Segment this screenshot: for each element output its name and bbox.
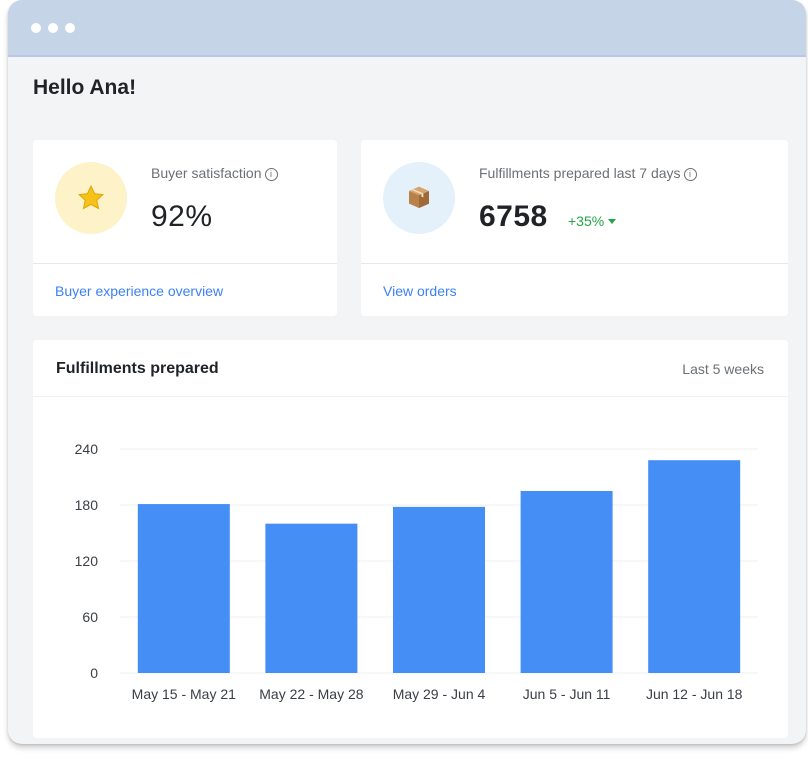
fulfillments-chart-card: Fulfillments prepared Last 5 weeks 0 60 12… <box>33 340 788 738</box>
app-window: Hello Ana! Buyer satisfaction i 92% Buyer… <box>8 0 806 744</box>
card-divider <box>33 263 337 264</box>
fulfillments-card: Fulfillments prepared last 7 days i 6758 … <box>361 140 788 316</box>
x-tick-label: May 29 - Jun 4 <box>393 686 486 702</box>
card-divider <box>361 263 788 264</box>
package-icon <box>383 162 455 234</box>
x-tick-label: Jun 12 - Jun 18 <box>646 686 743 702</box>
window-dot-icon[interactable] <box>65 23 75 33</box>
chart-bar[interactable] <box>137 504 230 673</box>
buyer-experience-link[interactable]: Buyer experience overview <box>55 283 223 299</box>
window-dot-icon[interactable] <box>31 23 41 33</box>
metric-label-text: Buyer satisfaction <box>151 165 262 181</box>
delta-badge: +35% <box>568 213 617 229</box>
delta-text: +35% <box>568 213 605 229</box>
greeting-heading: Hello Ana! <box>33 76 137 99</box>
bar-chart: 0 60 120 180 240 May 15 - May 21 May 22 - May … <box>75 441 758 702</box>
x-tick-label: Jun 5 - Jun 11 <box>523 686 611 702</box>
chart-bar[interactable] <box>520 491 613 673</box>
buyer-satisfaction-card: Buyer satisfaction i 92% Buyer experience… <box>33 140 337 316</box>
window-titlebar <box>8 0 806 57</box>
y-tick-label: 240 <box>75 441 99 457</box>
info-icon[interactable]: i <box>683 168 697 181</box>
metric-label: Buyer satisfaction i <box>151 165 278 181</box>
chart-bar[interactable] <box>265 523 358 673</box>
y-tick-label: 60 <box>82 609 98 625</box>
metric-value: 92% <box>151 200 213 233</box>
metric-value: 6758 <box>479 200 548 233</box>
info-icon[interactable]: i <box>264 168 278 181</box>
triangle-down-icon <box>608 219 617 224</box>
y-tick-label: 0 <box>90 665 98 681</box>
chart-bar[interactable] <box>648 460 741 673</box>
window-dot-icon[interactable] <box>48 23 58 33</box>
star-icon <box>55 162 127 234</box>
view-orders-link[interactable]: View orders <box>383 283 457 299</box>
metric-label: Fulfillments prepared last 7 days i <box>479 165 697 181</box>
chart-bar[interactable] <box>393 506 485 673</box>
y-tick-label: 120 <box>75 553 99 569</box>
y-tick-label: 180 <box>75 497 99 513</box>
x-tick-label: May 15 - May 21 <box>132 686 236 702</box>
metric-label-text: Fulfillments prepared last 7 days <box>479 165 681 181</box>
x-tick-label: May 22 - May 28 <box>259 686 363 702</box>
